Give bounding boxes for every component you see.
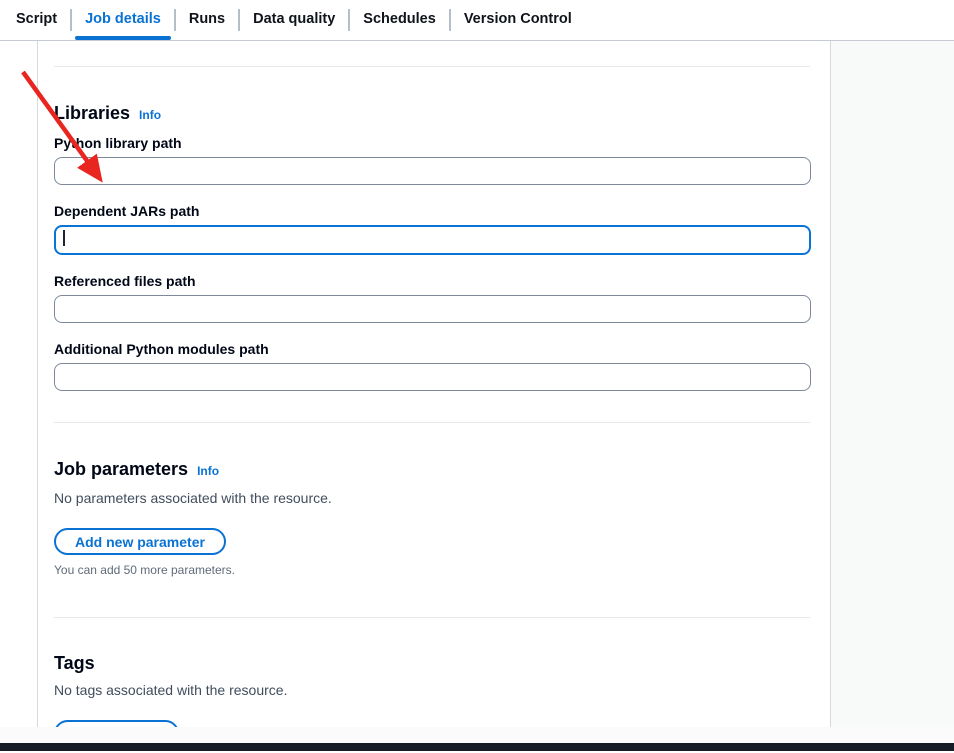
tab-schedules-label: Schedules: [363, 11, 436, 27]
python-library-path-input[interactable]: [54, 157, 811, 185]
job-parameters-title: Job parameters: [54, 457, 188, 481]
libraries-title: Libraries: [54, 101, 130, 125]
right-gutter-panel: [831, 41, 954, 727]
job-parameters-section: Job parameters Info No parameters associ…: [54, 457, 810, 578]
tab-runs-label: Runs: [189, 11, 225, 27]
dependent-jars-path-caret-wrap: [54, 225, 810, 255]
tags-empty-text: No tags associated with the resource.: [54, 680, 810, 700]
libraries-info-link[interactable]: Info: [139, 103, 161, 127]
libraries-heading: Libraries Info: [54, 101, 810, 127]
job-parameters-helper-text: You can add 50 more parameters.: [54, 562, 810, 578]
job-tabs: Script Job details Runs Data quality Sch…: [0, 0, 954, 41]
tags-title: Tags: [54, 651, 95, 675]
bottom-bar: [0, 743, 954, 751]
add-new-parameter-button[interactable]: Add new parameter: [54, 528, 226, 555]
tab-job-details[interactable]: Job details: [72, 0, 174, 40]
tags-heading: Tags: [54, 651, 810, 675]
additional-python-modules-path-input[interactable]: [54, 363, 811, 391]
section-divider: [54, 617, 810, 618]
dependent-jars-path-label: Dependent JARs path: [54, 201, 810, 221]
section-divider: [54, 66, 810, 67]
page: Script Job details Runs Data quality Sch…: [0, 0, 954, 753]
job-parameters-info-link[interactable]: Info: [197, 459, 219, 483]
tab-job-details-label: Job details: [85, 11, 161, 27]
tab-script[interactable]: Script: [3, 0, 70, 40]
add-new-tag-button[interactable]: Add new tag: [54, 720, 179, 727]
libraries-section: Libraries Info Python library path Depen…: [54, 101, 810, 391]
additional-python-modules-path-label: Additional Python modules path: [54, 339, 810, 359]
referenced-files-path-input[interactable]: [54, 295, 811, 323]
tab-version-control-label: Version Control: [464, 11, 572, 27]
tab-script-label: Script: [16, 11, 57, 27]
section-divider: [54, 422, 810, 423]
dependent-jars-path-input[interactable]: [54, 225, 811, 255]
python-library-path-label: Python library path: [54, 133, 810, 153]
tab-runs[interactable]: Runs: [176, 0, 238, 40]
referenced-files-path-label: Referenced files path: [54, 271, 810, 291]
job-parameters-heading: Job parameters Info: [54, 457, 810, 483]
bottom-strip: [0, 727, 954, 743]
tab-version-control[interactable]: Version Control: [451, 0, 585, 40]
tags-section: Tags No tags associated with the resourc…: [54, 651, 810, 727]
tab-data-quality[interactable]: Data quality: [240, 0, 348, 40]
tab-schedules[interactable]: Schedules: [350, 0, 449, 40]
tab-data-quality-label: Data quality: [253, 11, 335, 27]
job-parameters-empty-text: No parameters associated with the resour…: [54, 488, 810, 508]
job-details-panel: Libraries Info Python library path Depen…: [37, 41, 831, 727]
